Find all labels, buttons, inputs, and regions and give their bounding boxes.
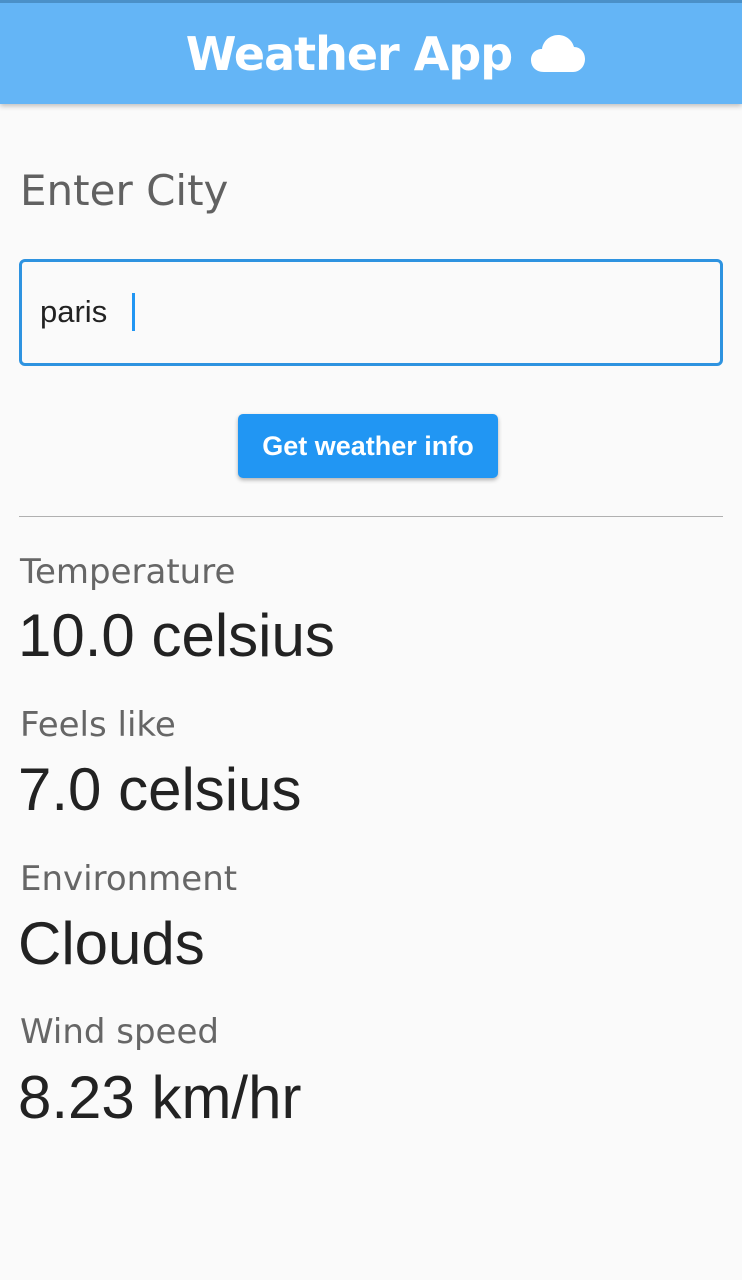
environment-value: Clouds	[18, 910, 205, 977]
cloud-icon	[531, 34, 586, 72]
temperature-value: 10.0 celsius	[18, 602, 335, 669]
city-input[interactable]	[40, 290, 680, 334]
enter-city-label: Enter City	[20, 166, 229, 215]
app-title-group: Weather App	[186, 27, 586, 81]
wind-speed-label: Wind speed	[20, 1012, 219, 1052]
get-weather-info-button[interactable]: Get weather info	[238, 414, 498, 478]
app-bar: Weather App	[0, 0, 742, 104]
temperature-label: Temperature	[20, 552, 236, 592]
feels-like-label: Feels like	[20, 705, 176, 745]
environment-label: Environment	[20, 859, 238, 899]
app-title: Weather App	[185, 26, 513, 81]
city-input-field[interactable]	[19, 259, 723, 366]
divider	[19, 516, 723, 517]
wind-speed-value: 8.23 km/hr	[18, 1064, 302, 1131]
feels-like-value: 7.0 celsius	[18, 756, 302, 823]
text-caret	[132, 293, 135, 331]
